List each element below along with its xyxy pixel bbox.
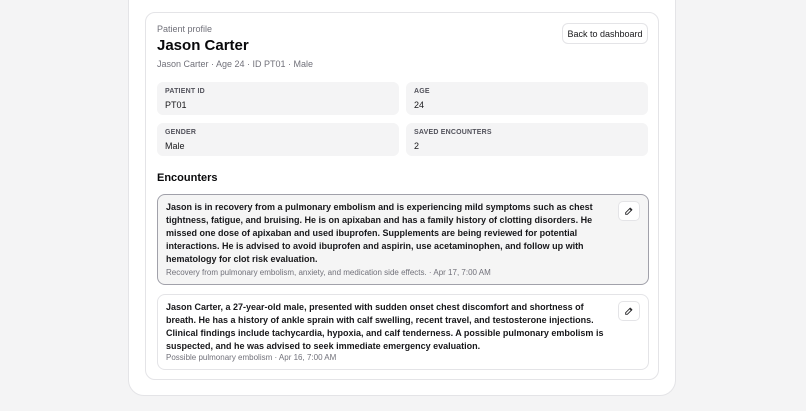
field-value: 2: [414, 141, 420, 151]
encounter-meta: Possible pulmonary embolism · Apr 16, 7:…: [166, 353, 337, 362]
field-label: SAVED ENCOUNTERS: [414, 129, 492, 136]
field-saved-encounters: SAVED ENCOUNTERS 2: [406, 123, 648, 156]
encounter-summary: Jason is in recovery from a pulmonary em…: [166, 202, 593, 264]
field-patient-id: PATIENT ID PT01: [157, 82, 399, 115]
encounter-meta: Recovery from pulmonary embolism, anxiet…: [166, 268, 491, 277]
patient-name-heading: Jason Carter: [157, 37, 249, 54]
edit-encounter-button[interactable]: [618, 301, 640, 321]
field-label: AGE: [414, 88, 430, 95]
pencil-icon: [625, 207, 633, 215]
pencil-icon: [625, 307, 633, 315]
field-value: PT01: [165, 100, 187, 110]
encounters-heading: Encounters: [157, 172, 218, 184]
field-age: AGE 24: [406, 82, 648, 115]
patient-summary-line: Jason Carter · Age 24 · ID PT01 · Male: [157, 59, 314, 69]
field-label: PATIENT ID: [165, 88, 205, 95]
field-label: GENDER: [165, 129, 197, 136]
encounter-card[interactable]: Jason Carter, a 27-year-old male, presen…: [157, 294, 649, 370]
back-to-dashboard-button[interactable]: Back to dashboard: [562, 23, 648, 44]
encounter-card-selected[interactable]: Jason is in recovery from a pulmonary em…: [157, 194, 649, 285]
field-value: 24: [414, 100, 425, 110]
encounter-summary: Jason Carter, a 27-year-old male, presen…: [166, 302, 604, 351]
profile-eyebrow: Patient profile: [157, 24, 213, 34]
field-gender: GENDER Male: [157, 123, 399, 156]
patient-profile-card: Patient profile Jason Carter Jason Carte…: [145, 12, 659, 380]
field-value: Male: [165, 141, 185, 151]
edit-encounter-button[interactable]: [618, 201, 640, 221]
